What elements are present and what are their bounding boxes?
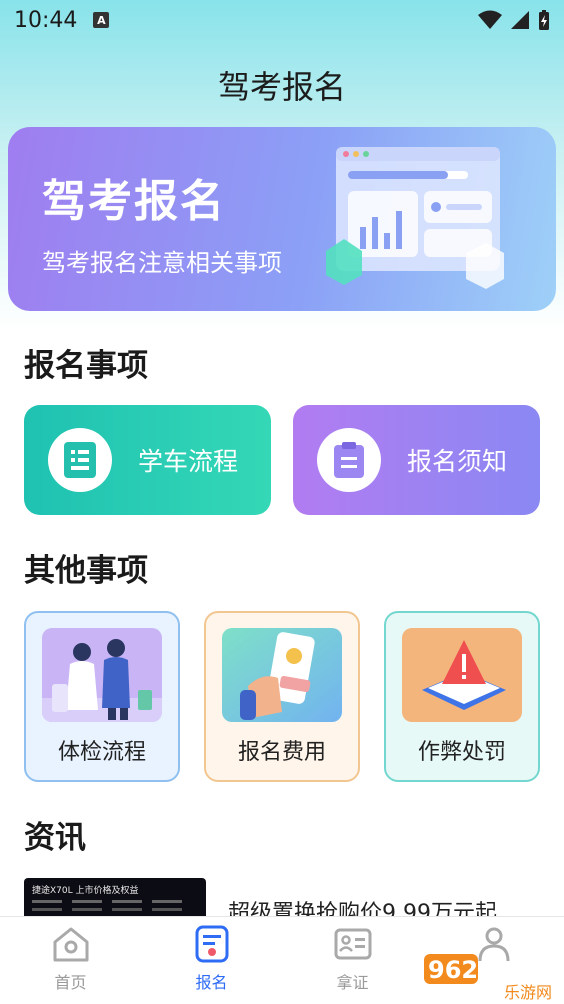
notification-a-icon: A — [93, 12, 110, 28]
nav-signup-label: 报名 — [195, 973, 228, 992]
dashboard-illustration — [326, 147, 504, 289]
news-thumb-text: 捷途X70L 上市价格及权益 — [32, 884, 139, 896]
medical-exam-label: 体检流程 — [57, 740, 146, 765]
section-title-signup: 报名事项 — [24, 348, 148, 384]
nav-get-license[interactable]: 拿证 — [282, 917, 423, 1004]
watermark-logo: 962.NET 乐游网 — [424, 954, 552, 1002]
news-thumbnail[interactable]: 捷途X70L 上市价格及权益 — [24, 878, 206, 918]
signal-icon — [511, 11, 529, 29]
status-time: 10:44 — [14, 7, 78, 33]
battery-icon — [539, 10, 549, 30]
status-bar: 10:44 A — [0, 0, 564, 40]
phone-payment-illustration — [222, 628, 342, 722]
banner[interactable]: 驾考报名 驾考报名注意相关事项 — [8, 127, 556, 311]
banner-subtitle: 驾考报名注意相关事项 — [42, 249, 282, 277]
nav-home-label: 首页 — [54, 973, 87, 992]
status-icons — [478, 9, 550, 31]
nav-home[interactable]: 首页 — [0, 917, 141, 1004]
section-title-other: 其他事项 — [24, 553, 148, 589]
signup-fee-label: 报名费用 — [237, 740, 326, 765]
watermark-brand: 962.NET — [428, 956, 541, 984]
id-card-icon — [334, 928, 371, 960]
learn-process-card[interactable]: 学车流程 — [24, 405, 271, 515]
home-icon — [53, 927, 88, 962]
nav-signup[interactable]: 报名 — [141, 917, 282, 1004]
signup-fee-card[interactable]: 报名费用 — [204, 611, 360, 782]
warning-illustration — [402, 628, 522, 722]
page-title: 驾考报名 — [217, 68, 346, 106]
banner-title: 驾考报名 — [42, 176, 226, 227]
cheating-penalty-card[interactable]: 作弊处罚 — [384, 611, 540, 782]
medical-exam-card[interactable]: 体检流程 — [24, 611, 180, 782]
medical-exam-illustration — [42, 628, 162, 722]
watermark-sub: 乐游网 — [504, 983, 552, 1002]
signup-doc-icon — [195, 925, 228, 963]
nav-get-license-label: 拿证 — [336, 973, 369, 992]
signup-notice-label: 报名须知 — [407, 447, 508, 476]
wifi-icon — [478, 10, 502, 29]
section-title-news: 资讯 — [24, 820, 86, 856]
cheating-penalty-label: 作弊处罚 — [417, 740, 506, 765]
learn-process-label: 学车流程 — [138, 447, 239, 476]
clipboard-icon — [317, 428, 381, 492]
signup-notice-card[interactable]: 报名须知 — [293, 405, 540, 515]
document-list-icon — [48, 428, 112, 492]
